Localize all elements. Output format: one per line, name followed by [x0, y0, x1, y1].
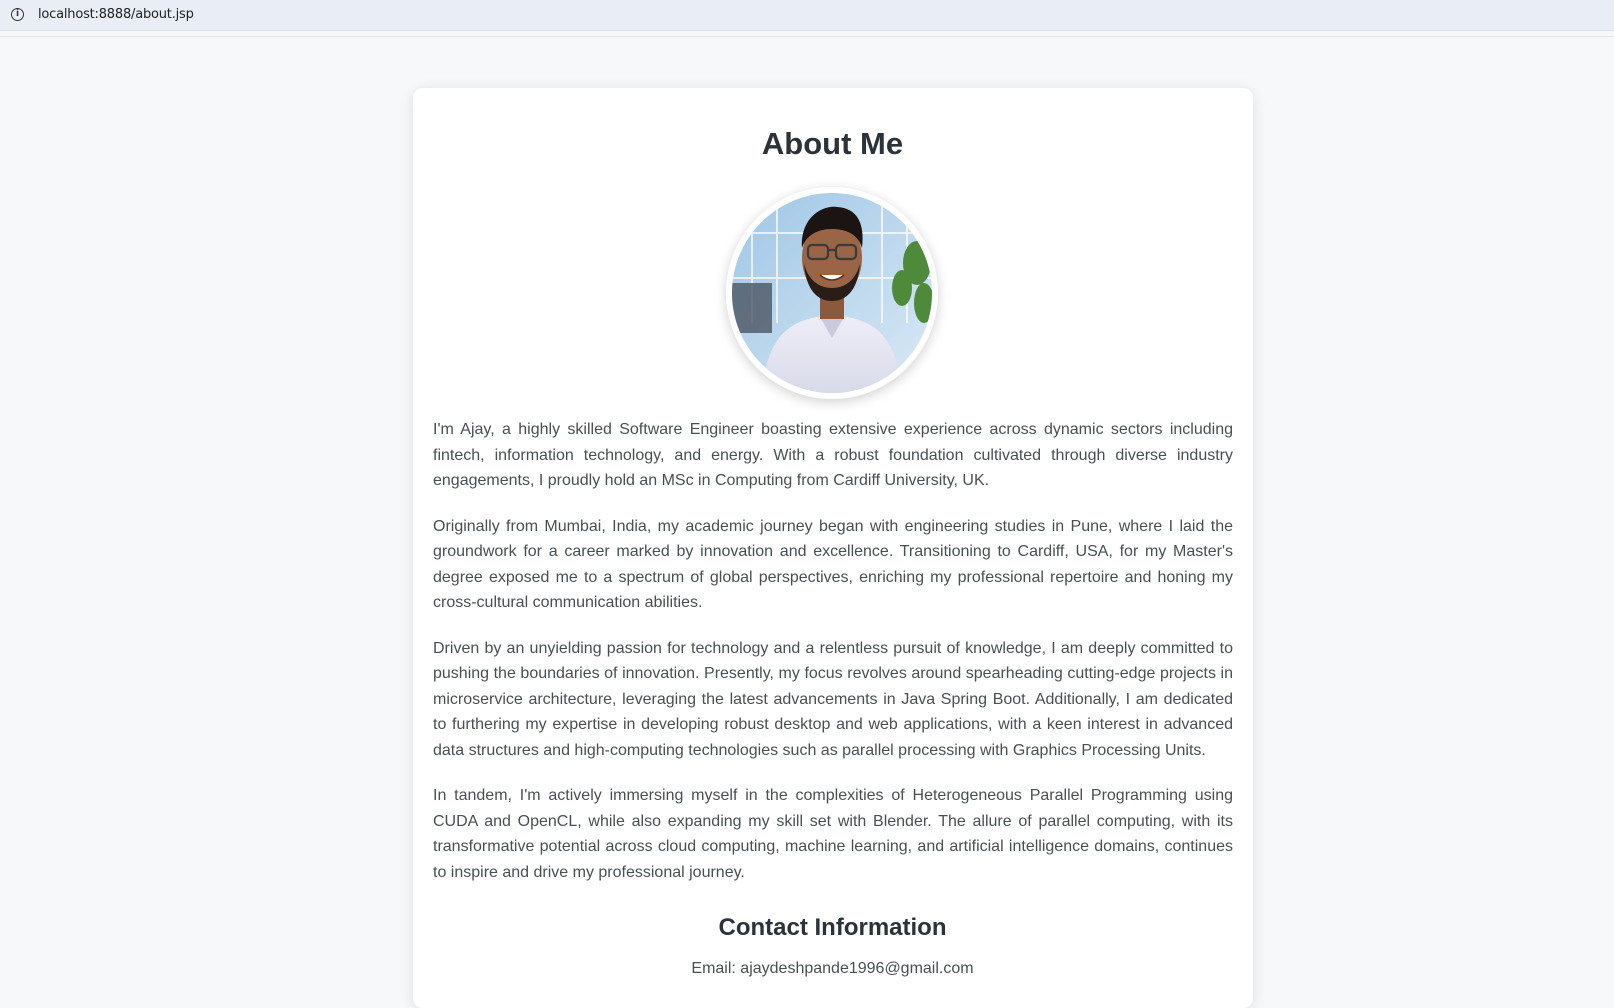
contact-email[interactable]: Email: ajaydeshpande1996@gmail.com	[0, 960, 1614, 978]
info-icon[interactable]: i	[11, 8, 24, 21]
address-bar[interactable]: i localhost:8888/about.jsp	[0, 0, 1614, 31]
about-paragraph: I'm Ajay, a highly skilled Software Engi…	[433, 421, 1233, 489]
avatar	[726, 187, 938, 399]
about-paragraph: In tandem, I'm actively immersing myself…	[433, 787, 1233, 881]
contact-heading: Contact Information	[718, 914, 947, 941]
about-content: I'm Ajay, a highly skilled Software Engi…	[433, 417, 1233, 905]
divider	[0, 36, 1614, 37]
profile-photo	[732, 193, 932, 393]
url-text[interactable]: localhost:8888/about.jsp	[38, 7, 194, 22]
page-title: About Me	[761, 126, 904, 161]
about-paragraph: Driven by an unyielding passion for tech…	[433, 639, 1233, 759]
about-paragraph: Originally from Mumbai, India, my academ…	[433, 517, 1233, 612]
